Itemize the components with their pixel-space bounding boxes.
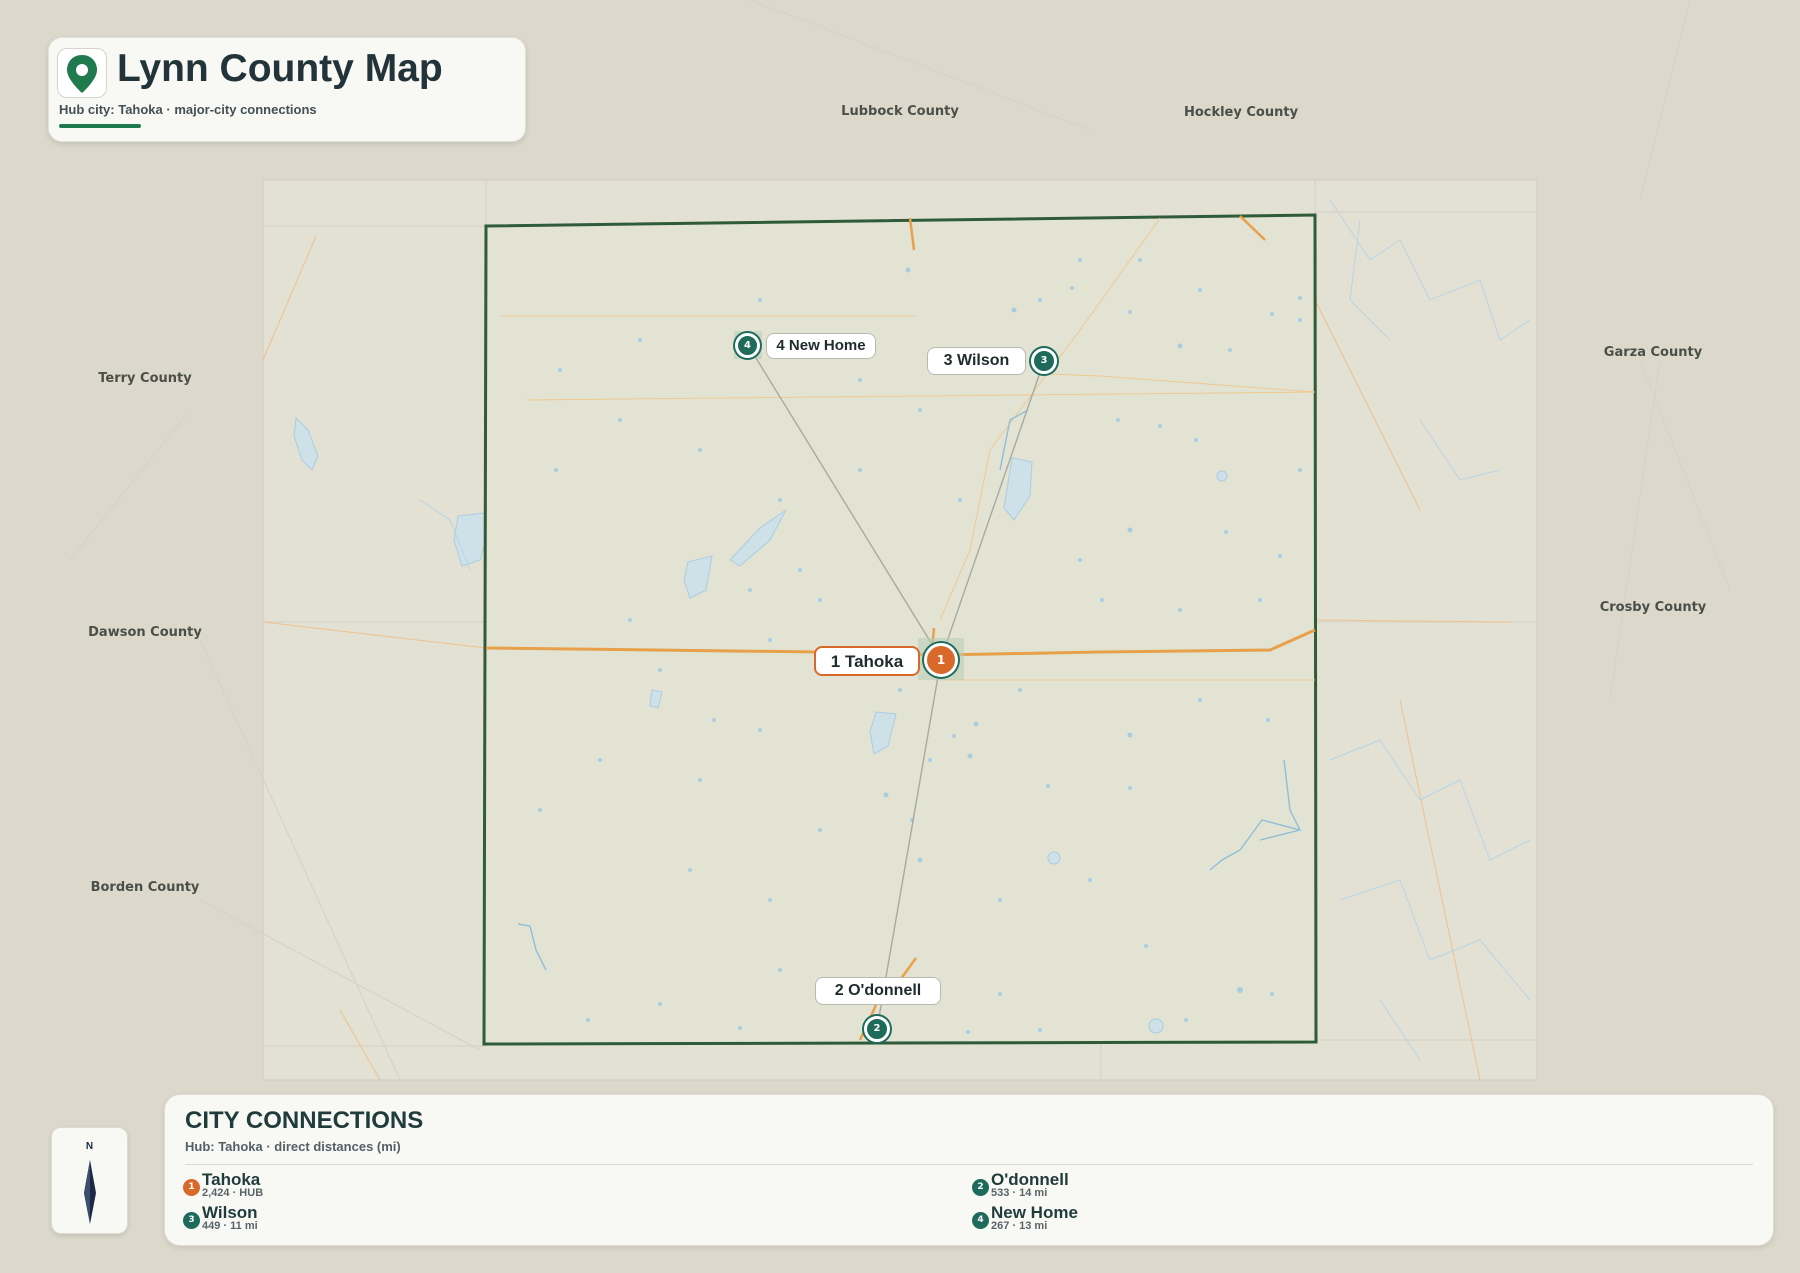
page-title: Lynn County Map — [117, 47, 443, 90]
city-marker-tahoka[interactable]: 1 — [924, 643, 958, 677]
legend-city-name: Wilson — [202, 1203, 258, 1222]
title-accent-bar — [59, 124, 141, 128]
map-canvas[interactable]: Lubbock County Hockley County Terry Coun… — [0, 0, 1800, 1273]
legend-city-meta: 2,424 · HUB — [202, 1187, 264, 1199]
compass-north-label: N — [85, 1141, 94, 1152]
compass-needle-icon — [84, 1160, 96, 1224]
legend-city-name: O'donnell — [991, 1170, 1069, 1189]
legend-city-meta: 267 · 13 mi — [991, 1220, 1048, 1232]
neighbor-label-borden: Borden County — [91, 880, 200, 895]
city-marker-new-home[interactable]: 4 — [735, 333, 760, 358]
legend-city-name: New Home — [991, 1203, 1078, 1222]
legend-panel: CITY CONNECTIONS Hub: Tahoka · direct di… — [164, 1094, 1774, 1246]
neighbor-label-lubbock: Lubbock County — [841, 104, 959, 119]
legend-number-badge: 4 — [972, 1212, 989, 1229]
title-card: Lynn County Map Hub city: Tahoka · major… — [48, 37, 526, 142]
legend-city-name: Tahoka — [202, 1170, 261, 1189]
page-subtitle: Hub city: Tahoka · major-city connection… — [59, 102, 317, 117]
city-label-tahoka[interactable]: 1 Tahoka — [814, 646, 920, 676]
legend-subtitle: Hub: Tahoka · direct distances (mi) — [185, 1139, 401, 1154]
city-marker-odonnell[interactable]: 2 — [864, 1016, 890, 1042]
neighbor-label-crosby: Crosby County — [1600, 600, 1707, 615]
legend-city-meta: 533 · 14 mi — [991, 1187, 1048, 1199]
compass: N — [51, 1127, 128, 1234]
neighbor-label-garza: Garza County — [1604, 345, 1703, 360]
legend-title: CITY CONNECTIONS — [185, 1107, 424, 1134]
city-label-new-home[interactable]: 4 New Home — [766, 333, 876, 359]
legend-number-badge: 2 — [972, 1179, 989, 1196]
neighbor-label-hockley: Hockley County — [1184, 105, 1299, 120]
legend-divider — [185, 1164, 1753, 1165]
legend-number-badge: 1 — [183, 1179, 200, 1196]
neighbor-label-terry: Terry County — [98, 371, 192, 386]
legend-number-badge: 3 — [183, 1212, 200, 1229]
map-pin-icon — [57, 48, 107, 98]
legend-city-meta: 449 · 11 mi — [202, 1220, 258, 1232]
city-label-wilson[interactable]: 3 Wilson — [927, 347, 1026, 375]
neighbor-label-dawson: Dawson County — [88, 625, 202, 640]
city-label-odonnell[interactable]: 2 O'donnell — [815, 977, 941, 1005]
city-marker-wilson[interactable]: 3 — [1031, 348, 1057, 374]
